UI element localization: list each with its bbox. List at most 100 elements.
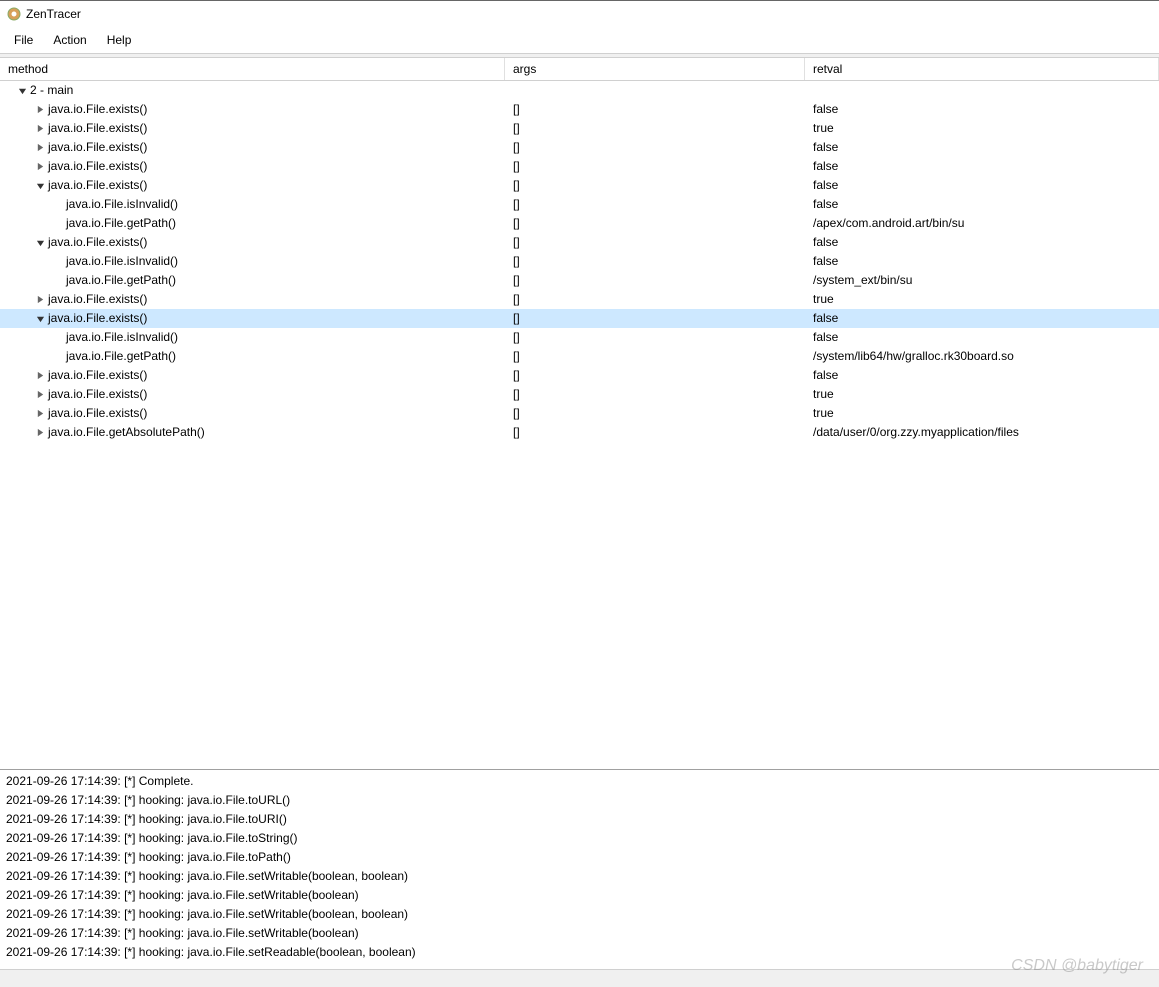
chevron-down-icon[interactable] [34, 180, 46, 192]
log-line: 2021-09-26 17:14:39: [*] hooking: java.i… [6, 829, 1153, 848]
method-label: java.io.File.isInvalid() [66, 328, 178, 347]
args-cell: [] [505, 100, 805, 119]
expander-none [52, 256, 64, 268]
chevron-down-icon[interactable] [34, 313, 46, 325]
log-panel[interactable]: 2021-09-26 17:14:39: [*] Complete.2021-0… [0, 769, 1159, 969]
method-label: java.io.File.isInvalid() [66, 195, 178, 214]
tree-row[interactable]: java.io.File.isInvalid()[]false [0, 252, 1159, 271]
col-header-method[interactable]: method [0, 58, 505, 80]
log-line: 2021-09-26 17:14:39: [*] hooking: java.i… [6, 943, 1153, 962]
args-cell: [] [505, 309, 805, 328]
retval-cell: /system_ext/bin/su [805, 271, 1159, 290]
expander-none [52, 199, 64, 211]
chevron-down-icon[interactable] [34, 237, 46, 249]
menu-action[interactable]: Action [43, 29, 96, 51]
tree-row[interactable]: java.io.File.exists() []false [0, 157, 1159, 176]
tree-row[interactable]: java.io.File.isInvalid()[]false [0, 195, 1159, 214]
method-label: java.io.File.getPath() [66, 271, 176, 290]
args-cell: [] [505, 271, 805, 290]
tree-row[interactable]: java.io.File.getAbsolutePath()[]/data/us… [0, 423, 1159, 442]
tree-row[interactable]: java.io.File.exists() []true [0, 290, 1159, 309]
args-cell: [] [505, 157, 805, 176]
chevron-right-icon[interactable] [34, 389, 46, 401]
args-cell: [] [505, 385, 805, 404]
args-cell: [] [505, 366, 805, 385]
retval-cell: false [805, 176, 1159, 195]
args-cell: [] [505, 233, 805, 252]
menubar: File Action Help [0, 27, 1159, 54]
tree-row[interactable]: java.io.File.exists() []false [0, 176, 1159, 195]
tree-row[interactable]: java.io.File.getPath() []/apex/com.androi… [0, 214, 1159, 233]
tree-row[interactable]: 2 - main [0, 81, 1159, 100]
app-title: ZenTracer [26, 7, 81, 21]
expander-none [52, 351, 64, 363]
tree-row[interactable]: java.io.File.exists() []false [0, 309, 1159, 328]
chevron-right-icon[interactable] [34, 104, 46, 116]
main-panel: method args retval 2 - mainjava.io.File.… [0, 58, 1159, 769]
method-label: java.io.File.exists() [48, 100, 147, 119]
method-label: 2 - main [30, 81, 73, 100]
tree-row[interactable]: java.io.File.exists()[]true [0, 404, 1159, 423]
col-header-retval[interactable]: retval [805, 58, 1159, 80]
log-line: 2021-09-26 17:14:39: [*] hooking: java.i… [6, 905, 1153, 924]
status-bar [0, 969, 1159, 987]
retval-cell: false [805, 233, 1159, 252]
retval-cell: false [805, 157, 1159, 176]
args-cell: [] [505, 328, 805, 347]
tree-row[interactable]: java.io.File.exists()[]true [0, 385, 1159, 404]
retval-cell: false [805, 195, 1159, 214]
method-label: java.io.File.getPath() [66, 214, 176, 233]
tree-row[interactable]: java.io.File.exists() []false [0, 100, 1159, 119]
tree-row[interactable]: java.io.File.getPath()[]/system/lib64/hw… [0, 347, 1159, 366]
app-icon [6, 6, 22, 22]
method-label: java.io.File.exists() [48, 138, 147, 157]
tree-header: method args retval [0, 58, 1159, 81]
chevron-right-icon[interactable] [34, 142, 46, 154]
method-label: java.io.File.exists() [48, 119, 147, 138]
retval-cell: false [805, 366, 1159, 385]
log-line: 2021-09-26 17:14:39: [*] hooking: java.i… [6, 810, 1153, 829]
method-label: java.io.File.exists() [48, 176, 147, 195]
retval-cell: false [805, 100, 1159, 119]
expander-none [52, 218, 64, 230]
retval-cell: true [805, 290, 1159, 309]
method-label: java.io.File.exists() [48, 157, 147, 176]
titlebar: ZenTracer [0, 1, 1159, 27]
tree-row[interactable]: java.io.File.exists()[]true [0, 119, 1159, 138]
chevron-right-icon[interactable] [34, 123, 46, 135]
chevron-right-icon[interactable] [34, 370, 46, 382]
log-line: 2021-09-26 17:14:39: [*] Complete. [6, 772, 1153, 791]
tree-row[interactable]: java.io.File.isInvalid()[]false [0, 328, 1159, 347]
col-header-args[interactable]: args [505, 58, 805, 80]
tree-row[interactable]: java.io.File.exists()[]false [0, 366, 1159, 385]
retval-cell: /system/lib64/hw/gralloc.rk30board.so [805, 347, 1159, 366]
retval-cell: /apex/com.android.art/bin/su [805, 214, 1159, 233]
method-label: java.io.File.exists() [48, 290, 147, 309]
log-line: 2021-09-26 17:14:39: [*] hooking: java.i… [6, 867, 1153, 886]
chevron-right-icon[interactable] [34, 294, 46, 306]
method-label: java.io.File.isInvalid() [66, 252, 178, 271]
tree-row[interactable]: java.io.File.getPath() []/system_ext/bin/… [0, 271, 1159, 290]
chevron-down-icon[interactable] [16, 85, 28, 97]
log-line: 2021-09-26 17:14:39: [*] hooking: java.i… [6, 848, 1153, 867]
tree-body[interactable]: 2 - mainjava.io.File.exists()[]falsejava… [0, 81, 1159, 769]
retval-cell: false [805, 309, 1159, 328]
tree-row[interactable]: java.io.File.exists()[]false [0, 233, 1159, 252]
args-cell: [] [505, 176, 805, 195]
menu-file[interactable]: File [4, 29, 43, 51]
args-cell: [] [505, 290, 805, 309]
chevron-right-icon[interactable] [34, 161, 46, 173]
args-cell: [] [505, 138, 805, 157]
tree-row[interactable]: java.io.File.exists()[]false [0, 138, 1159, 157]
args-cell: [] [505, 214, 805, 233]
method-label: java.io.File.exists() [48, 385, 147, 404]
log-line: 2021-09-26 17:14:39: [*] hooking: java.i… [6, 791, 1153, 810]
menu-help[interactable]: Help [97, 29, 142, 51]
args-cell: [] [505, 252, 805, 271]
retval-cell: true [805, 404, 1159, 423]
chevron-right-icon[interactable] [34, 427, 46, 439]
method-label: java.io.File.exists() [48, 309, 147, 328]
args-cell: [] [505, 119, 805, 138]
chevron-right-icon[interactable] [34, 408, 46, 420]
retval-cell: /data/user/0/org.zzy.myapplication/files [805, 423, 1159, 442]
